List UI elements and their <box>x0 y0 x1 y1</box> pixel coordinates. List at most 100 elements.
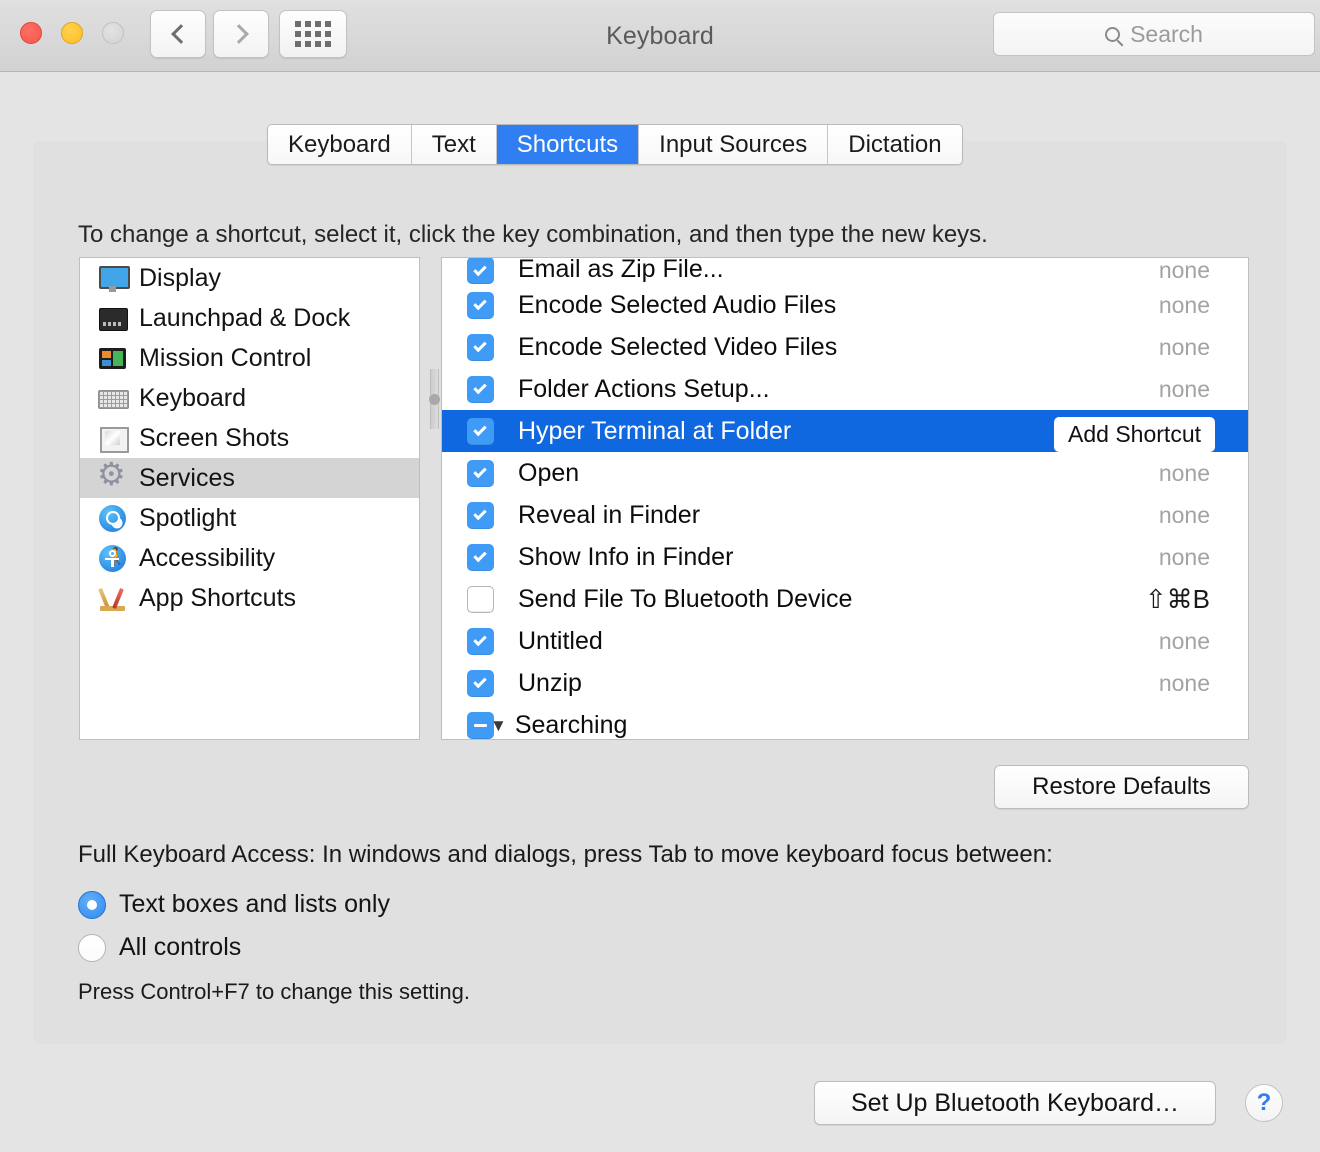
shortcut-name: Send File To Bluetooth Device <box>518 584 853 613</box>
checkbox-checked-icon[interactable] <box>466 501 494 529</box>
table-row[interactable]: Untitled none <box>442 620 1248 662</box>
table-row[interactable]: Open none <box>442 452 1248 494</box>
shortcut-key[interactable]: none <box>1159 544 1248 571</box>
radio-unselected-icon[interactable] <box>78 933 106 962</box>
table-row[interactable]: Email as Zip File... none <box>442 258 1248 284</box>
radio-option-all-controls[interactable]: All controls <box>78 933 241 962</box>
window-titlebar: Keyboard Search <box>0 0 1320 72</box>
sidebar-item-label: Display <box>139 263 221 292</box>
shortcut-key[interactable]: ⇧⌘B <box>1145 584 1248 615</box>
shortcut-name: Unzip <box>518 668 582 697</box>
table-row[interactable]: Show Info in Finder none <box>442 536 1248 578</box>
tab-text[interactable]: Text <box>411 125 497 164</box>
shortcut-name: Untitled <box>518 626 603 655</box>
shortcut-key[interactable]: none <box>1159 292 1248 319</box>
sidebar-item-label: Mission Control <box>139 343 312 372</box>
row-checkbox-cell[interactable] <box>442 291 518 319</box>
mission-control-icon <box>98 344 127 373</box>
shortcut-key[interactable]: none <box>1159 334 1248 361</box>
table-row[interactable]: Reveal in Finder none <box>442 494 1248 536</box>
row-checkbox-cell[interactable] <box>442 627 518 655</box>
table-row[interactable]: Encode Selected Video Files none <box>442 326 1248 368</box>
shortcut-name: Reveal in Finder <box>518 500 701 529</box>
table-row[interactable]: Folder Actions Setup... none <box>442 368 1248 410</box>
shortcut-key[interactable]: none <box>1159 258 1248 284</box>
sidebar-item-accessibility[interactable]: Accessibility <box>80 538 419 578</box>
sidebar-item-launchpad-dock[interactable]: Launchpad & Dock <box>80 298 419 338</box>
full-keyboard-access-label: Full Keyboard Access: In windows and dia… <box>78 841 1053 868</box>
checkbox-checked-icon[interactable] <box>466 291 494 319</box>
row-checkbox-cell[interactable] <box>442 459 518 487</box>
shortcut-name: Encode Selected Audio Files <box>518 290 837 319</box>
add-shortcut-button[interactable]: Add Shortcut <box>1054 417 1215 452</box>
row-checkbox-cell[interactable] <box>442 417 518 445</box>
sidebar-item-label: Services <box>139 463 235 492</box>
sidebar-item-app-shortcuts[interactable]: App Shortcuts <box>80 578 419 618</box>
row-checkbox-cell[interactable] <box>442 375 518 403</box>
checkbox-checked-icon[interactable] <box>466 333 494 361</box>
disclosure-triangle-icon[interactable]: ▼ <box>490 717 507 734</box>
row-checkbox-cell[interactable] <box>442 501 518 529</box>
table-row-selected[interactable]: Hyper Terminal at Folder Add Shortcut <box>442 410 1248 452</box>
sidebar-item-keyboard[interactable]: Keyboard <box>80 378 419 418</box>
checkbox-unchecked-icon[interactable] <box>466 585 494 613</box>
spotlight-icon <box>98 504 127 533</box>
shortcut-key[interactable]: none <box>1159 628 1248 655</box>
sidebar-item-mission-control[interactable]: Mission Control <box>80 338 419 378</box>
checkbox-checked-icon[interactable] <box>466 669 494 697</box>
shortcut-key[interactable]: none <box>1159 502 1248 529</box>
shortcut-key[interactable]: none <box>1159 670 1248 697</box>
radio-selected-icon[interactable] <box>78 890 106 919</box>
tab-input-sources[interactable]: Input Sources <box>639 125 829 164</box>
group-label: Searching <box>514 710 628 739</box>
sidebar-item-services[interactable]: Services <box>80 458 419 498</box>
set-up-bluetooth-keyboard-button[interactable]: Set Up Bluetooth Keyboard… <box>814 1081 1216 1125</box>
checkbox-checked-icon[interactable] <box>466 375 494 403</box>
shortcut-name: Email as Zip File... <box>518 257 724 283</box>
table-row[interactable]: Encode Selected Audio Files none <box>442 284 1248 326</box>
tab-bar: Keyboard Text Shortcuts Input Sources Di… <box>267 124 963 165</box>
row-checkbox-cell[interactable] <box>442 258 518 284</box>
shortcut-list[interactable]: Email as Zip File... none Encode Selecte… <box>441 257 1249 740</box>
shortcut-name: Show Info in Finder <box>518 542 734 571</box>
row-checkbox-cell[interactable] <box>442 333 518 361</box>
shortcut-key[interactable]: none <box>1159 376 1248 403</box>
radio-label: Text boxes and lists only <box>119 890 390 918</box>
help-button[interactable]: ? <box>1245 1084 1283 1122</box>
tab-shortcuts[interactable]: Shortcuts <box>496 125 640 164</box>
checkbox-checked-icon[interactable] <box>466 258 494 284</box>
category-list[interactable]: Display Launchpad & Dock Mission Control… <box>79 257 420 740</box>
checkbox-checked-icon[interactable] <box>466 459 494 487</box>
services-gear-icon <box>97 458 127 493</box>
checkbox-checked-icon[interactable] <box>466 417 494 445</box>
screenshots-icon <box>98 424 129 453</box>
radio-option-text-boxes[interactable]: Text boxes and lists only <box>78 890 390 919</box>
dock-icon <box>98 304 128 333</box>
search-placeholder: Search <box>1130 20 1203 47</box>
shortcut-name: Encode Selected Video Files <box>518 332 838 361</box>
app-shortcuts-icon <box>98 584 127 613</box>
control-f7-note: Press Control+F7 to change this setting. <box>78 979 470 1004</box>
tab-keyboard[interactable]: Keyboard <box>268 125 412 164</box>
sidebar-item-label: Spotlight <box>139 503 237 532</box>
shortcut-key[interactable]: none <box>1159 460 1248 487</box>
sidebar-item-spotlight[interactable]: Spotlight <box>80 498 419 538</box>
shortcut-name: Folder Actions Setup... <box>518 374 770 403</box>
checkbox-checked-icon[interactable] <box>466 627 494 655</box>
sidebar-item-screen-shots[interactable]: Screen Shots <box>80 418 419 458</box>
preferences-panel: Keyboard Text Shortcuts Input Sources Di… <box>33 124 1287 1044</box>
row-checkbox-cell[interactable] <box>442 669 518 697</box>
row-checkbox-cell[interactable] <box>442 543 518 571</box>
restore-defaults-button[interactable]: Restore Defaults <box>994 765 1249 809</box>
sidebar-item-display[interactable]: Display <box>80 258 419 298</box>
instruction-text: To change a shortcut, select it, click t… <box>78 221 988 248</box>
accessibility-icon <box>98 544 127 573</box>
sidebar-item-label: Screen Shots <box>139 423 290 452</box>
table-row[interactable]: Send File To Bluetooth Device ⇧⌘B <box>442 578 1248 620</box>
tab-dictation[interactable]: Dictation <box>828 125 962 164</box>
group-row-searching[interactable]: ▼ Searching <box>442 704 1248 739</box>
search-input[interactable]: Search <box>993 12 1315 56</box>
checkbox-checked-icon[interactable] <box>466 543 494 571</box>
table-row[interactable]: Unzip none <box>442 662 1248 704</box>
row-checkbox-cell[interactable] <box>442 585 518 613</box>
